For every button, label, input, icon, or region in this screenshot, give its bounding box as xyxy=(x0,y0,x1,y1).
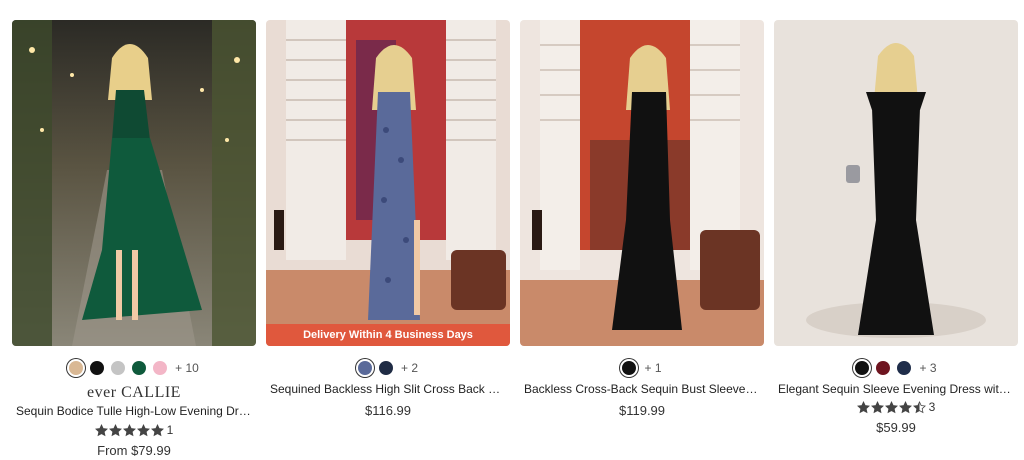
star-icon xyxy=(150,423,164,436)
star-icon xyxy=(136,423,150,436)
more-colors-link[interactable]: + 1 xyxy=(644,361,661,375)
color-swatch[interactable] xyxy=(132,361,147,375)
color-swatch[interactable] xyxy=(622,361,637,375)
product-photo-green-dress xyxy=(12,20,256,346)
product-price: $59.99 xyxy=(876,420,916,435)
brand-name: ever CALLIE xyxy=(87,384,181,401)
star-icon xyxy=(108,423,122,436)
product-image[interactable] xyxy=(520,20,764,346)
product-image[interactable] xyxy=(774,20,1018,346)
product-title[interactable]: Sequined Backless High Slit Cross Back S… xyxy=(270,382,506,396)
color-swatch[interactable] xyxy=(90,361,105,375)
product-title[interactable]: Sequin Bodice Tulle High-Low Evening Dre… xyxy=(16,404,252,418)
color-swatches: + 1 xyxy=(520,359,764,377)
color-swatch[interactable] xyxy=(357,361,372,375)
product-photo-blue-sequin-dress xyxy=(266,20,510,346)
more-colors-link[interactable]: + 2 xyxy=(401,361,418,375)
product-card[interactable]: + 10 ever CALLIE Sequin Bodice Tulle Hig… xyxy=(12,20,256,460)
product-image[interactable]: Delivery Within 4 Business Days xyxy=(266,20,510,346)
product-price: $116.99 xyxy=(364,403,412,418)
star-icon xyxy=(856,400,870,413)
color-swatch[interactable] xyxy=(378,361,393,375)
color-swatches: + 2 xyxy=(266,359,510,377)
stars xyxy=(856,400,926,414)
star-rating: 1 xyxy=(12,423,256,437)
product-photo-black-mermaid-dress xyxy=(520,20,764,346)
color-swatch[interactable] xyxy=(153,361,168,375)
star-icon xyxy=(884,400,898,413)
star-icon xyxy=(94,423,108,436)
product-title[interactable]: Elegant Sequin Sleeve Evening Dress with… xyxy=(778,382,1014,396)
star-icon xyxy=(898,400,912,413)
color-swatch[interactable] xyxy=(855,361,870,375)
review-count: 3 xyxy=(928,400,936,414)
product-title[interactable]: Backless Cross-Back Sequin Bust Sleevele… xyxy=(524,382,760,396)
delivery-banner: Delivery Within 4 Business Days xyxy=(266,324,510,346)
star-rating: 3 xyxy=(774,400,1018,414)
color-swatch[interactable] xyxy=(897,361,912,375)
more-colors-link[interactable]: + 10 xyxy=(175,361,199,375)
product-image[interactable] xyxy=(12,20,256,346)
color-swatch[interactable] xyxy=(876,361,891,375)
product-price: $119.99 xyxy=(618,403,666,418)
product-card[interactable]: + 1 Backless Cross-Back Sequin Bust Slee… xyxy=(520,20,764,460)
product-photo-black-sequin-sleeve-dress xyxy=(774,20,1018,346)
star-icon xyxy=(870,400,884,413)
product-card[interactable]: Delivery Within 4 Business Days + 2 Sequ… xyxy=(266,20,510,460)
color-swatches: + 3 xyxy=(774,359,1018,377)
star-icon xyxy=(122,423,136,436)
review-count: 1 xyxy=(166,423,174,437)
color-swatch[interactable] xyxy=(69,361,84,375)
product-grid: + 10 ever CALLIE Sequin Bodice Tulle Hig… xyxy=(12,20,1018,460)
color-swatch[interactable] xyxy=(111,361,126,375)
star-icon xyxy=(912,400,926,413)
more-colors-link[interactable]: + 3 xyxy=(919,361,936,375)
product-card[interactable]: + 3 Elegant Sequin Sleeve Evening Dress … xyxy=(774,20,1018,460)
stars xyxy=(94,423,164,437)
product-price: From $79.99 xyxy=(97,443,171,458)
color-swatches: + 10 xyxy=(12,359,256,377)
